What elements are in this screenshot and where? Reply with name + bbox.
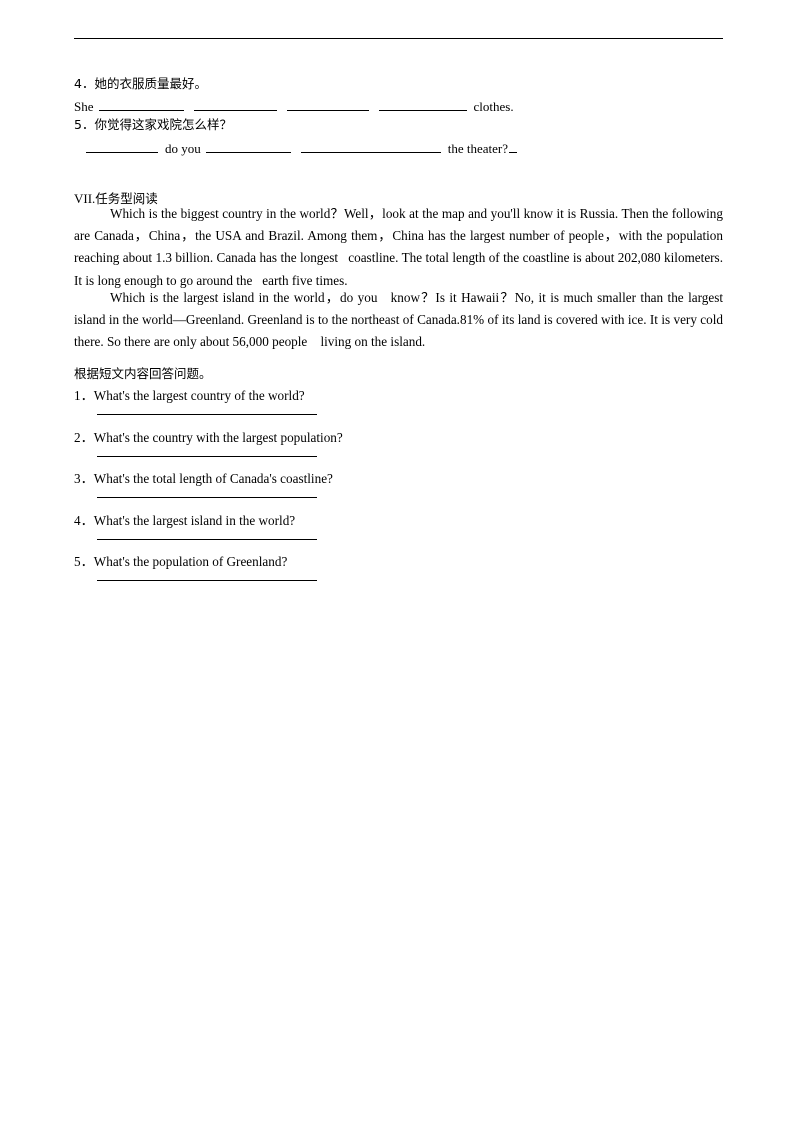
- reading-passage-paragraph-1: Which is the biggest country in the worl…: [74, 206, 727, 288]
- exercise-4-blank-2[interactable]: [193, 99, 277, 111]
- question-3-number: 3．: [74, 471, 94, 486]
- exercise-5-number: 5．: [74, 117, 95, 132]
- exercise-4-number: 4．: [74, 76, 95, 91]
- question-3-row: 3．What's the total length of Canada's co…: [74, 471, 474, 486]
- question-4-row: 4．What's the largest island in the world…: [74, 513, 474, 528]
- reading-passage-paragraph-2: Which is the largest island in the world…: [74, 290, 727, 350]
- question-2-row: 2．What's the country with the largest po…: [74, 430, 474, 445]
- exercise-4-blank-1[interactable]: [98, 99, 184, 111]
- exercise-5-blank-2[interactable]: [205, 141, 291, 153]
- exercise-5-chinese-prompt: 5．你觉得这家戏院怎么样？: [74, 117, 232, 132]
- question-2-answer-line[interactable]: [97, 455, 317, 457]
- question-5-row: 5．What's the population of Greenland?: [74, 554, 474, 569]
- question-1-row: 1．What's the largest country of the worl…: [74, 388, 474, 403]
- question-2-text: What's the country with the largest popu…: [93, 429, 343, 445]
- questions-list: 1．What's the largest country of the worl…: [74, 388, 474, 596]
- question-4-answer-line[interactable]: [97, 538, 317, 540]
- exercise-5-trailing-mark: [509, 141, 518, 153]
- exercise-4-chinese-text: 她的衣服质量最好。: [94, 76, 207, 91]
- exercise-5-suffix: the theater?: [447, 141, 509, 156]
- exercise-4-blank-4[interactable]: [378, 99, 467, 111]
- exercise-5-chinese-text: 你觉得这家戏院怎么样？: [94, 117, 232, 132]
- question-5-answer-line[interactable]: [97, 580, 317, 581]
- header-divider-rule: [74, 38, 723, 39]
- question-item: 5．What's the population of Greenland?: [74, 554, 474, 596]
- exercise-4-answer-row: She clothes.: [74, 99, 514, 115]
- question-item: 1．What's the largest country of the worl…: [74, 388, 474, 430]
- question-3-text: What's the total length of Canada's coas…: [93, 471, 333, 486]
- question-1-answer-line[interactable]: [97, 414, 317, 415]
- exercise-4-prefix: She: [74, 99, 94, 114]
- exercise-5-answer-row: do you the theater?: [86, 141, 518, 157]
- question-4-number: 4．: [74, 512, 94, 528]
- exercise-4-suffix: clothes.: [473, 99, 514, 114]
- exercise-4-chinese-prompt: 4．她的衣服质量最好。: [74, 76, 207, 91]
- question-item: 4．What's the largest island in the world…: [74, 513, 474, 555]
- exercise-4-blank-3[interactable]: [286, 99, 369, 111]
- question-5-text: What's the population of Greenland?: [93, 554, 288, 569]
- exercise-5-blank-1[interactable]: [86, 141, 158, 153]
- questions-instruction: 根据短文内容回答问题。: [74, 366, 212, 381]
- question-5-number: 5．: [74, 554, 94, 569]
- worksheet-page: 4．她的衣服质量最好。 She clothes. 5．你觉得这家戏院怎么样？ d…: [0, 0, 794, 1123]
- question-item: 2．What's the country with the largest po…: [74, 430, 474, 472]
- question-1-text: What's the largest country of the world?: [93, 388, 305, 403]
- question-2-number: 2．: [74, 429, 94, 445]
- question-item: 3．What's the total length of Canada's co…: [74, 471, 474, 513]
- question-3-answer-line[interactable]: [97, 497, 317, 498]
- exercise-5-mid-text: do you: [165, 141, 201, 156]
- question-4-text: What's the largest island in the world?: [93, 512, 296, 528]
- exercise-5-blank-3[interactable]: [300, 141, 441, 153]
- question-1-number: 1．: [74, 388, 94, 403]
